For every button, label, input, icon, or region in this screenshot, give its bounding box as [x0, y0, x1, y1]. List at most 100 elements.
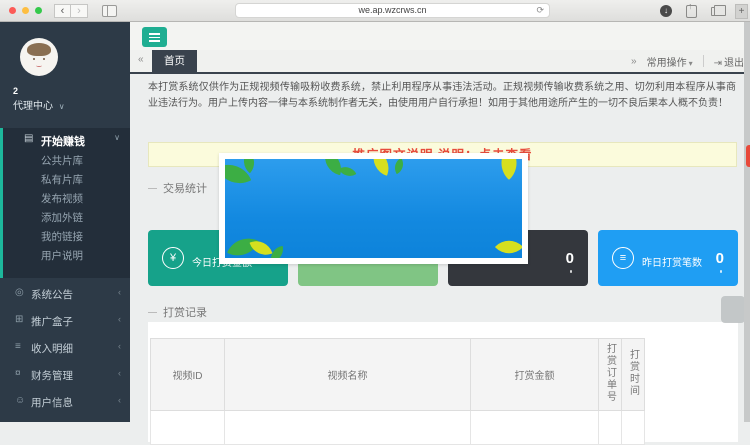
back-button[interactable]: ‹: [54, 4, 71, 18]
sidebar-item-private-library[interactable]: 私有片库: [3, 171, 130, 190]
col-header-tip-time: 打赏时间: [622, 339, 645, 411]
sidebar-item-label: 开始赚钱: [41, 133, 85, 149]
nav-buttons: ‹ ›: [54, 4, 88, 18]
minimize-window-button[interactable]: [22, 7, 29, 14]
top-strip: [130, 22, 750, 50]
share-icon[interactable]: [686, 5, 697, 18]
chevron-left-icon: ‹: [118, 314, 121, 324]
leaf-icon: [495, 233, 522, 258]
sidebar-group-make-money: ▤ 开始赚钱 ∨ 公共片库 私有片库 发布视频 添加外链 我的链接 用户说明: [0, 128, 130, 278]
avatar-eye: [33, 58, 35, 60]
sidebar-item-label: 推广盒子: [31, 314, 73, 329]
stat-card-yesterday-count[interactable]: ≡ 昨日打赏笔数 0: [598, 230, 738, 286]
stats-title-label: 交易统计: [163, 180, 207, 196]
browser-toolbar: ‹ › we.ap.wzcrws.cn ⟳ ↓ +: [0, 0, 750, 22]
refresh-icon[interactable]: ⟳: [536, 4, 544, 17]
avatar-mouth: [36, 64, 42, 67]
floating-widget[interactable]: [721, 296, 745, 323]
common-operations-label: 常用操作: [647, 58, 687, 69]
censor-overlay-image: [219, 153, 528, 264]
sidebar-item-user-guide[interactable]: 用户说明: [3, 247, 130, 266]
logout-button[interactable]: ⇥退出: [714, 54, 744, 69]
user-avatar[interactable]: [20, 38, 58, 76]
avatar-eye: [43, 58, 45, 60]
currency-icon: ¤: [15, 368, 21, 379]
downloads-icon[interactable]: ↓: [660, 5, 672, 17]
leaf-icon: [368, 159, 394, 176]
col-header-tip-amount: 打赏金额: [471, 339, 599, 411]
sidebar-item-user-info[interactable]: ☺ 用户信息 ‹: [0, 388, 130, 415]
hamburger-menu-button[interactable]: [142, 27, 167, 47]
logout-label: 退出: [724, 58, 744, 69]
yen-icon: ¥: [162, 247, 184, 269]
close-window-button[interactable]: [9, 7, 16, 14]
logout-icon: ⇥: [714, 58, 722, 69]
value-dot: [720, 270, 723, 273]
chevron-down-icon: ∨: [114, 133, 120, 142]
sidebar-item-label: 系统公告: [31, 287, 73, 302]
value-dot: [570, 270, 573, 273]
col-header-video-name: 视频名称: [225, 339, 471, 411]
sidebar-item-finance-management[interactable]: ¤ 财务管理 ‹: [0, 361, 130, 388]
user-role-dropdown[interactable]: 代理中心 ∨: [13, 97, 65, 112]
records-table: 视频ID 视频名称 打赏金额 打赏订单号 打赏时间: [150, 338, 645, 445]
announcement-icon: ◎: [15, 287, 24, 298]
tab-scroll-right-icon[interactable]: »: [631, 56, 637, 67]
sidebar-item-publish-video[interactable]: 发布视频: [3, 190, 130, 209]
user-badge: 2: [13, 86, 18, 96]
main-content: « 首页 » 常用操作▾ ⇥退出 本打赏系统仅供作为正规视频传输吸粉收费系统，禁…: [130, 22, 750, 422]
sidebar-item-system-announcements[interactable]: ◎ 系统公告 ‹: [0, 280, 130, 307]
leaf-icon: [492, 159, 522, 180]
common-operations-dropdown[interactable]: 常用操作▾: [647, 54, 693, 69]
forward-button[interactable]: ›: [71, 4, 88, 18]
col-header-video-id: 视频ID: [151, 339, 225, 411]
chevron-left-icon: ‹: [118, 395, 121, 405]
col-header-order-no: 打赏订单号: [599, 339, 622, 411]
table-row: [151, 411, 645, 445]
list-icon: ≡: [15, 341, 21, 352]
url-text: we.ap.wzcrws.cn: [358, 5, 426, 15]
tab-scroll-left-icon[interactable]: «: [138, 54, 144, 65]
sidebar-item-add-external-link[interactable]: 添加外链: [3, 209, 130, 228]
new-tab-button[interactable]: +: [735, 4, 748, 19]
sidebar-item-label: 用户信息: [31, 395, 73, 410]
chevron-left-icon: ‹: [118, 341, 121, 351]
sidebar-toggle-icon[interactable]: [102, 5, 117, 17]
leaf-icon: [339, 163, 357, 181]
records-title-label: 打赏记录: [163, 304, 207, 320]
section-title-stats: 交易统计: [148, 180, 207, 196]
window-controls: [9, 7, 42, 14]
sidebar-item-label: 收入明细: [31, 341, 73, 356]
user-icon: ☺: [15, 395, 25, 406]
tab-home[interactable]: 首页: [152, 50, 197, 72]
chevron-left-icon: ‹: [118, 287, 121, 297]
zoom-window-button[interactable]: [35, 7, 42, 14]
page-scroll-area: 本打赏系统仅供作为正规视频传输吸粉收费系统，禁止利用程序从事违法活动。正规视频传…: [130, 74, 750, 422]
blue-sky-graphic: [225, 159, 522, 258]
stat-card-label: 昨日打赏笔数: [642, 254, 702, 269]
sidebar-item-public-library[interactable]: 公共片库: [3, 152, 130, 171]
sidebar-item-income-details[interactable]: ≡ 收入明细 ‹: [0, 334, 130, 361]
grid-icon: ▤: [24, 133, 33, 144]
stat-card-value: 0: [566, 250, 574, 267]
divider: [703, 55, 704, 67]
tab-overview-icon[interactable]: [711, 7, 721, 16]
sidebar-item-label: 财务管理: [31, 368, 73, 383]
avatar-hair: [27, 43, 51, 56]
list-icon: ≡: [612, 247, 634, 269]
section-title-records: 打赏记录: [148, 304, 207, 320]
sidebar-item-my-links[interactable]: 我的链接: [3, 228, 130, 247]
sidebar-item-make-money[interactable]: ▤ 开始赚钱 ∨: [3, 128, 130, 152]
stat-card-value: 0: [716, 250, 724, 267]
scrollbar-track[interactable]: [744, 22, 750, 422]
chevron-down-icon: ▾: [689, 59, 693, 68]
address-bar[interactable]: we.ap.wzcrws.cn ⟳: [235, 3, 550, 18]
box-icon: ⊞: [15, 314, 23, 325]
records-panel: 视频ID 视频名称 打赏金额 打赏订单号 打赏时间: [148, 322, 738, 442]
tab-bar: « 首页 » 常用操作▾ ⇥退出: [130, 50, 750, 74]
sidebar: 2 代理中心 ∨ ▤ 开始赚钱 ∨ 公共片库 私有片库 发布视频 添加外链 我的…: [0, 22, 130, 422]
leaf-icon: [391, 159, 407, 174]
sidebar-item-promo-box[interactable]: ⊞ 推广盒子 ‹: [0, 307, 130, 334]
floating-red-widget[interactable]: [746, 145, 750, 167]
disclaimer-text: 本打赏系统仅供作为正规视频传输吸粉收费系统，禁止利用程序从事违法活动。正规视频传…: [148, 80, 736, 112]
